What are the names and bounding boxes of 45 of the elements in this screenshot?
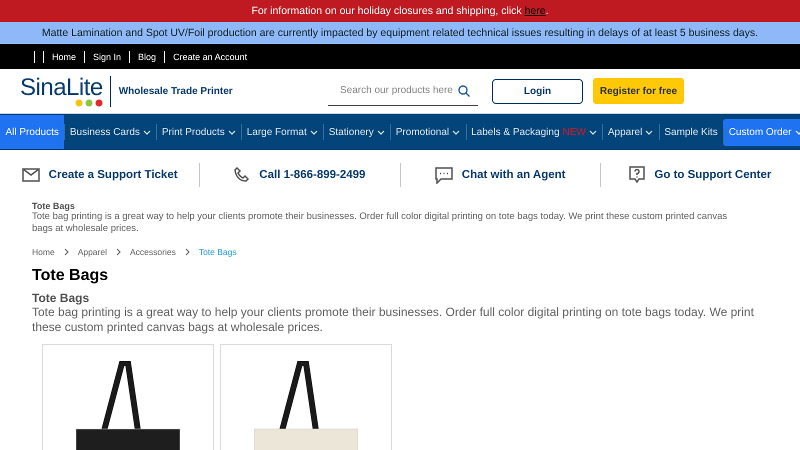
new-label: NEW xyxy=(562,126,586,138)
page-title: Tote Bags xyxy=(32,267,110,285)
category-description: Tote bag printing is a great way to help your clients promote their businesses. Order full color digital printing on tote bags today. We print these custom printed canvas bags at wholesale prices. xyxy=(32,305,755,335)
support-link[interactable]: Call 1-866-899-2499 xyxy=(259,169,366,181)
product-card[interactable] xyxy=(42,344,214,450)
category-title: Tote Bags xyxy=(32,291,90,305)
nav-item[interactable]: Promotional xyxy=(390,115,466,149)
product-card[interactable] xyxy=(220,344,392,450)
envelope-icon xyxy=(22,168,40,182)
top-link[interactable]: Create an Account xyxy=(173,52,248,62)
nav-item[interactable]: Apparel xyxy=(602,115,659,149)
nav-item[interactable]: Print Products xyxy=(156,115,242,149)
nav-item[interactable]: Large Format xyxy=(241,115,324,149)
intro-text: Tote bag printing is a great way to help your clients promote their businesses. Order full color digital printing on tote bags today. We print these custom printed canvas bags at wholesale prices. xyxy=(32,211,728,235)
production-notice: Matte Lamination and Spot UV/Foil production are currently impacted by equipment related technical issues resulting in delays of at least 5 business days. xyxy=(42,27,758,39)
dots-icon xyxy=(74,98,103,106)
chevron-right-icon xyxy=(64,248,69,256)
top-link[interactable]: Home xyxy=(52,52,76,62)
nav-item[interactable]: Sample Kits xyxy=(658,115,724,149)
nav-item[interactable]: Business Cards xyxy=(64,115,156,149)
search-icon[interactable] xyxy=(458,85,470,97)
search-field[interactable]: Search our products here xyxy=(328,76,478,106)
phone-icon xyxy=(234,167,250,183)
intro-title: Tote Bags xyxy=(32,201,76,211)
chevron-right-icon xyxy=(184,248,190,256)
support-link[interactable]: Chat with an Agent xyxy=(462,169,566,181)
nav-item[interactable]: All Products xyxy=(0,115,64,149)
nav-item[interactable]: Labels & Packaging NEW xyxy=(466,115,602,149)
support-link[interactable]: Create a Support Ticket xyxy=(48,169,178,181)
breadcrumb-link[interactable]: Apparel xyxy=(78,247,107,257)
nav-item[interactable]: Custom Order xyxy=(723,118,800,146)
login-button[interactable]: Login xyxy=(492,78,583,104)
top-link[interactable]: Sign In xyxy=(93,52,122,62)
nav-item[interactable]: Stationery xyxy=(323,115,390,149)
support-link[interactable]: Go to Support Center xyxy=(654,169,772,181)
register-button[interactable]: Register for free xyxy=(593,78,684,104)
tagline: Wholesale Trade Printer xyxy=(118,86,234,96)
breadcrumb-link[interactable]: Accessories xyxy=(130,247,176,257)
chevron-right-icon xyxy=(116,248,121,256)
top-link[interactable]: Blog xyxy=(138,52,156,62)
chat-icon xyxy=(434,166,453,184)
logo[interactable]: SinaLite xyxy=(20,76,111,106)
help-icon xyxy=(629,166,646,184)
holiday-notice: For information on our holiday closures and shipping, click here. xyxy=(251,5,549,17)
breadcrumb-link[interactable]: Home xyxy=(32,247,55,257)
